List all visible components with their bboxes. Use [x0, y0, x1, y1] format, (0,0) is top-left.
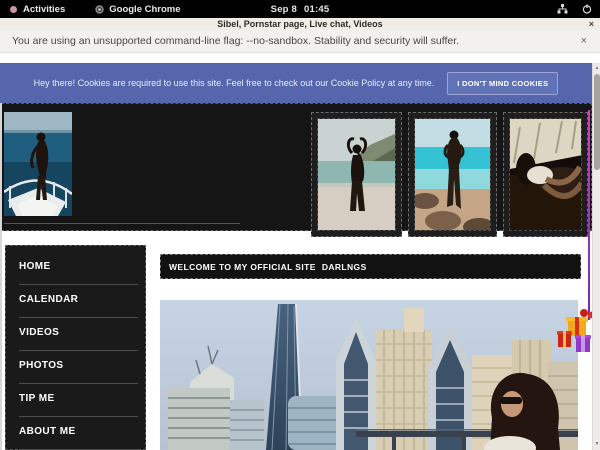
header-divider	[4, 223, 240, 224]
sidebar-item-about-me[interactable]: ABOUT ME	[19, 417, 138, 450]
infobar-message: You are using an unsupported command-lin…	[12, 35, 459, 47]
header-boat-photo[interactable]	[4, 112, 72, 216]
hero-city-photo	[160, 300, 578, 450]
gifts-icon	[556, 305, 594, 357]
screen: Activities Google Chrome Sep 8 01:45	[0, 0, 600, 450]
boat-photo-graphic	[4, 112, 72, 216]
sidebar-nav: HOME CALENDAR VIDEOS PHOTOS TIP ME ABOUT…	[6, 246, 145, 450]
clock[interactable]: Sep 8 01:45	[0, 4, 600, 15]
gallery-thumb-3[interactable]	[503, 112, 588, 237]
clock-date: Sep 8	[271, 4, 297, 15]
chrome-infobar: You are using an unsupported command-lin…	[0, 30, 600, 53]
window-title-bar: Sibel, Pornstar page, Live chat, Videos …	[0, 18, 600, 30]
welcome-heading-1: WELCOME TO MY OFFICIAL SITE	[169, 262, 316, 272]
beach-photo-2	[414, 118, 491, 231]
sidebar-item-calendar[interactable]: CALENDAR	[19, 285, 138, 318]
network-icon[interactable]	[557, 4, 568, 14]
scrollbar-thumb[interactable]	[594, 74, 600, 170]
city-skyline-graphic	[160, 300, 578, 450]
cookie-banner: Hey there! Cookies are required to use t…	[0, 63, 592, 103]
gift-string	[588, 110, 590, 320]
sidebar-item-home[interactable]: HOME	[19, 252, 138, 285]
welcome-heading-2: DARLNGS	[322, 262, 367, 272]
page-title: Sibel, Pornstar page, Live chat, Videos	[217, 19, 382, 29]
couch-photo	[509, 118, 582, 231]
scroll-down-icon[interactable]: ▼	[593, 441, 600, 447]
gift-widget[interactable]	[556, 305, 594, 357]
sidebar: HOME CALENDAR VIDEOS PHOTOS TIP ME ABOUT…	[5, 245, 146, 450]
left-edge-strip	[0, 103, 2, 450]
window-close-icon[interactable]: ×	[589, 18, 594, 30]
welcome-bar: WELCOME TO MY OFFICIAL SITE DARLNGS	[160, 254, 581, 279]
cookie-message: Hey there! Cookies are required to use t…	[34, 78, 435, 88]
infobar-close-icon[interactable]: ×	[581, 35, 587, 47]
sidebar-item-tip-me[interactable]: TIP ME	[19, 384, 138, 417]
sidebar-item-photos[interactable]: PHOTOS	[19, 351, 138, 384]
sidebar-item-videos[interactable]: VIDEOS	[19, 318, 138, 351]
clock-time: 01:45	[304, 4, 329, 15]
system-top-bar: Activities Google Chrome Sep 8 01:45	[0, 0, 600, 18]
beach-photo-1	[317, 118, 396, 231]
scroll-up-icon[interactable]: ▲	[593, 65, 600, 71]
gallery-thumb-1[interactable]	[311, 112, 402, 237]
power-icon[interactable]	[582, 4, 592, 14]
scrollbar[interactable]: ▲ ▼	[592, 63, 600, 450]
gallery-thumb-2[interactable]	[408, 112, 497, 237]
cookie-accept-button[interactable]: I DON'T MIND COOKIES	[447, 72, 558, 95]
